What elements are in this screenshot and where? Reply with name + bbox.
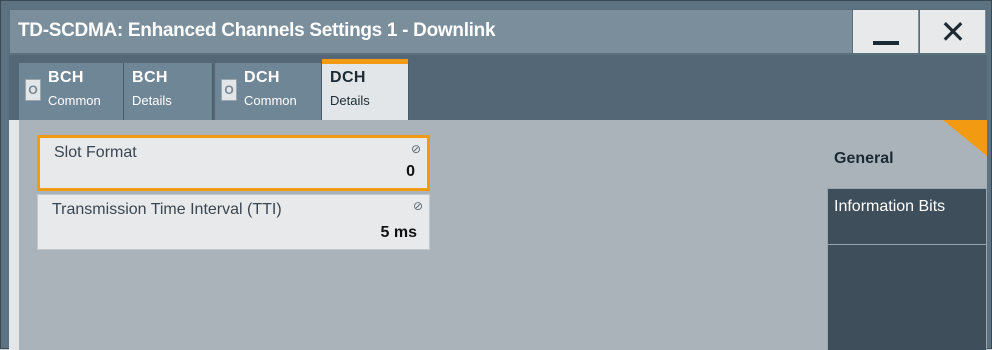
tab-bar: O BCH Common BCH Details O DCH Common DC… [9,55,987,120]
led-indicator: O [25,79,41,101]
led-indicator: O [221,79,237,101]
side-nav-empty-area [827,245,987,350]
field-value: 5 ms [380,224,417,241]
tab-label-line1: DCH [244,69,280,86]
tab-label-line1: DCH [330,69,366,86]
disabled-icon: ⊘ [410,142,421,156]
side-nav-label: Information Bits [834,198,946,215]
tab-dch-common[interactable]: O DCH Common [215,63,322,120]
tab-dch-details[interactable]: DCH Details [322,59,409,120]
title-bar: TD-SCDMA: Enhanced Channels Settings 1 -… [9,9,987,54]
tab-label-line1: BCH [48,69,84,86]
side-nav-label: General [834,150,894,167]
selected-corner-marker [943,120,987,156]
field-label: Transmission Time Interval (TTI) [52,201,282,218]
side-nav-general[interactable]: General [827,120,987,188]
side-navigation: General Information Bits [827,120,987,350]
dialog-window: TD-SCDMA: Enhanced Channels Settings 1 -… [0,0,992,350]
window-title: TD-SCDMA: Enhanced Channels Settings 1 -… [18,20,496,41]
field-value: 0 [406,163,415,180]
field-label: Slot Format [54,144,137,161]
disabled-icon: ⊘ [412,199,423,213]
content-panel: Slot Format ⊘ 0 Transmission Time Interv… [9,120,987,350]
active-tab-accent [322,59,408,64]
minimize-icon [873,41,899,45]
tab-bch-common[interactable]: O BCH Common [19,63,124,120]
tab-label-line2: Details [132,93,172,108]
slot-format-field[interactable]: Slot Format ⊘ 0 [37,135,430,191]
tab-label-line2: Details [330,93,370,108]
tab-label-line1: BCH [132,69,168,86]
tab-bch-details[interactable]: BCH Details [124,63,213,120]
tab-label-line2: Common [48,93,101,108]
tti-field[interactable]: Transmission Time Interval (TTI) ⊘ 5 ms [37,194,430,250]
close-icon: ✕ [939,13,967,50]
close-button[interactable]: ✕ [919,10,985,53]
minimize-button[interactable] [852,10,918,53]
side-nav-information-bits[interactable]: Information Bits [827,188,987,245]
tab-label-line2: Common [244,93,297,108]
